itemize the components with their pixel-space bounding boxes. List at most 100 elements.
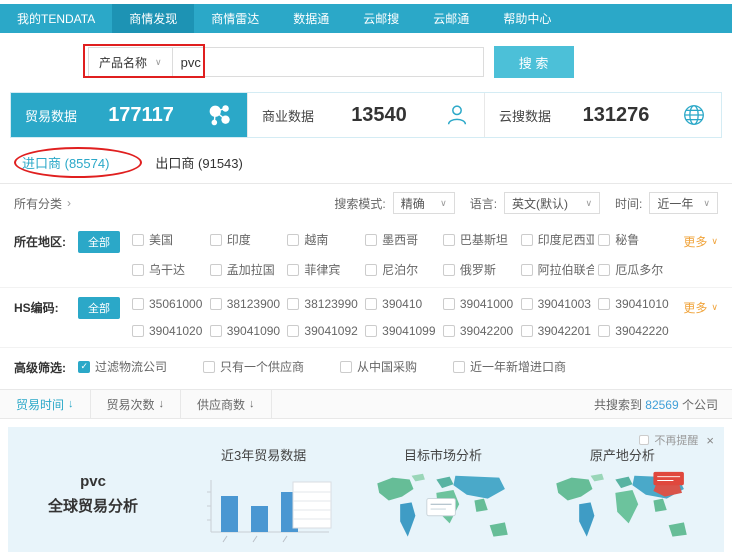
- region-checkbox[interactable]: 厄瓜多尔: [598, 261, 672, 278]
- hscode-checkbox[interactable]: 35061000: [132, 297, 206, 311]
- card-trade-3yr[interactable]: 近3年贸易数据: [174, 445, 353, 552]
- checkbox-icon: [443, 325, 455, 337]
- sort-desc-icon: ↓: [159, 398, 165, 410]
- checkbox-label: 只有一个供应商: [220, 358, 304, 375]
- advanced-options: 过滤物流公司 只有一个供应商 从中国采购 近一年新增进口商: [78, 357, 566, 375]
- hscode-checkbox[interactable]: 39042220: [598, 324, 672, 338]
- sort-label: 贸易次数: [107, 396, 155, 413]
- region-checkbox[interactable]: 孟加拉国: [210, 261, 284, 278]
- tab-importers[interactable]: 进口商 (85574): [22, 153, 109, 172]
- banner-body: pvc 全球贸易分析 近3年贸易数据: [8, 427, 724, 552]
- checkbox-label: 39041092: [304, 324, 357, 338]
- checkbox-icon: [443, 234, 455, 246]
- region-checkbox[interactable]: 菲律宾: [287, 261, 361, 278]
- hscode-checkbox[interactable]: 39041000: [443, 297, 517, 311]
- time-select[interactable]: 近一年 ∨: [649, 192, 718, 214]
- region-checkbox[interactable]: 印度: [210, 231, 284, 248]
- hscode-checkbox[interactable]: 39041092: [287, 324, 361, 338]
- stat-cloud-search-data[interactable]: 云搜数据 131276: [484, 93, 721, 137]
- globe-icon: [681, 102, 707, 128]
- hscode-checkbox[interactable]: 39042201: [521, 324, 595, 338]
- checkbox-label: 39041090: [227, 324, 280, 338]
- checkbox-icon: [443, 298, 455, 310]
- hscode-checkbox[interactable]: 38123900: [210, 297, 284, 311]
- filter-row-hscode: HS编码: 全部 35061000 38123900 38123990 3904…: [0, 287, 732, 347]
- region-checkbox[interactable]: 俄罗斯: [443, 261, 517, 278]
- checkbox-icon: [132, 264, 144, 276]
- dismiss-checkbox[interactable]: [639, 435, 649, 445]
- checkbox-label: 39041000: [460, 297, 513, 311]
- region-checkbox-grid: 美国 印度 越南 墨西哥 巴基斯坦 印度尼西亚 秘鲁 乌干达 孟加拉国 菲律宾 …: [132, 231, 672, 278]
- hscode-all-button[interactable]: 全部: [78, 297, 120, 319]
- advanced-checkbox-filter-logistics[interactable]: 过滤物流公司: [78, 358, 167, 375]
- card-origin-analysis[interactable]: 原产地分析: [533, 445, 712, 552]
- region-filter-label: 所在地区:: [14, 231, 78, 250]
- sort-trade-time[interactable]: 贸易时间 ↓: [0, 390, 91, 418]
- advanced-checkbox-single-supplier[interactable]: 只有一个供应商: [203, 358, 304, 375]
- region-checkbox[interactable]: 印度尼西亚: [521, 231, 595, 248]
- molecule-icon: [205, 101, 233, 129]
- checkbox-label: 美国: [149, 231, 173, 248]
- all-categories-link[interactable]: 所有分类 ›: [14, 195, 71, 212]
- hscode-checkbox[interactable]: 38123990: [287, 297, 361, 311]
- nav-item-cloud-mail-search[interactable]: 云邮搜: [346, 4, 416, 33]
- stats-bar: 贸易数据 177117 商业数据 13540: [10, 92, 722, 138]
- region-all-button[interactable]: 全部: [78, 231, 120, 253]
- checkbox-icon: [132, 234, 144, 246]
- stat-business-data[interactable]: 商业数据 13540: [247, 93, 484, 137]
- result-suffix: 个公司: [679, 398, 718, 412]
- language-select[interactable]: 英文(默认) ∨: [504, 192, 600, 214]
- search-mode-select[interactable]: 精确 ∨: [393, 192, 455, 214]
- stat-trade-data[interactable]: 贸易数据 177117: [11, 93, 247, 137]
- stat-value: 13540: [351, 104, 407, 127]
- region-checkbox[interactable]: 乌干达: [132, 261, 206, 278]
- hscode-checkbox[interactable]: 39041010: [598, 297, 672, 311]
- banner-dismiss: 不再提醒 ×: [639, 432, 714, 448]
- region-checkbox[interactable]: 阿拉伯联合...: [521, 261, 595, 278]
- checkbox-icon: [521, 298, 533, 310]
- nav-item-my-tendata[interactable]: 我的TENDATA: [0, 4, 112, 33]
- hscode-more-link[interactable]: 更多 ∨: [672, 297, 718, 316]
- checkbox-label: 印度尼西亚: [538, 231, 595, 248]
- hscode-checkbox[interactable]: 39041099: [365, 324, 439, 338]
- chevron-down-icon: ∨: [440, 198, 447, 209]
- hscode-checkbox[interactable]: 390410: [365, 297, 439, 311]
- checkbox-label: 39041020: [149, 324, 202, 338]
- checkbox-label: 39041099: [382, 324, 435, 338]
- world-map-origin-image: [543, 537, 701, 552]
- region-checkbox[interactable]: 美国: [132, 231, 206, 248]
- tab-exporters[interactable]: 出口商 (91543): [155, 153, 242, 172]
- nav-item-business-discovery[interactable]: 商情发现: [112, 4, 194, 33]
- advanced-checkbox-buy-from-china[interactable]: 从中国采购: [340, 358, 417, 375]
- checkbox-label: 尼泊尔: [382, 261, 418, 278]
- checkbox-icon: [203, 361, 215, 373]
- result-count: 82569: [645, 398, 678, 412]
- hscode-checkbox[interactable]: 39041090: [210, 324, 284, 338]
- hscode-filter-label: HS编码:: [14, 297, 78, 316]
- hscode-checkbox[interactable]: 39042200: [443, 324, 517, 338]
- region-checkbox[interactable]: 越南: [287, 231, 361, 248]
- search-result-summary: 共搜索到 82569 个公司: [594, 396, 732, 413]
- card-target-market[interactable]: 目标市场分析: [353, 445, 532, 552]
- advanced-checkbox-new-importers[interactable]: 近一年新增进口商: [453, 358, 566, 375]
- search-input[interactable]: [172, 47, 484, 77]
- nav-item-cloud-mail-tong[interactable]: 云邮通: [416, 4, 486, 33]
- search-button[interactable]: 搜 索: [494, 46, 574, 78]
- sort-supplier-count[interactable]: 供应商数 ↓: [181, 390, 272, 418]
- hscode-checkbox[interactable]: 39041020: [132, 324, 206, 338]
- region-checkbox[interactable]: 尼泊尔: [365, 261, 439, 278]
- nav-item-data-tong[interactable]: 数据通: [276, 4, 346, 33]
- region-checkbox[interactable]: 墨西哥: [365, 231, 439, 248]
- nav-item-business-radar[interactable]: 商情雷达: [194, 4, 276, 33]
- close-icon[interactable]: ×: [706, 433, 714, 448]
- checkbox-label: 阿拉伯联合...: [538, 261, 595, 278]
- sort-trade-count[interactable]: 贸易次数 ↓: [91, 390, 182, 418]
- region-checkbox[interactable]: 巴基斯坦: [443, 231, 517, 248]
- nav-item-help-center[interactable]: 帮助中心: [486, 4, 568, 33]
- checkbox-icon: [340, 361, 352, 373]
- hscode-checkbox[interactable]: 39041003: [521, 297, 595, 311]
- region-more-link[interactable]: 更多 ∨: [672, 231, 718, 250]
- region-checkbox[interactable]: 秘鲁: [598, 231, 672, 248]
- page: 我的TENDATA 商情发现 商情雷达 数据通 云邮搜 云邮通 帮助中心 产品名…: [0, 0, 732, 552]
- search-category-dropdown[interactable]: 产品名称 ∨: [88, 47, 172, 77]
